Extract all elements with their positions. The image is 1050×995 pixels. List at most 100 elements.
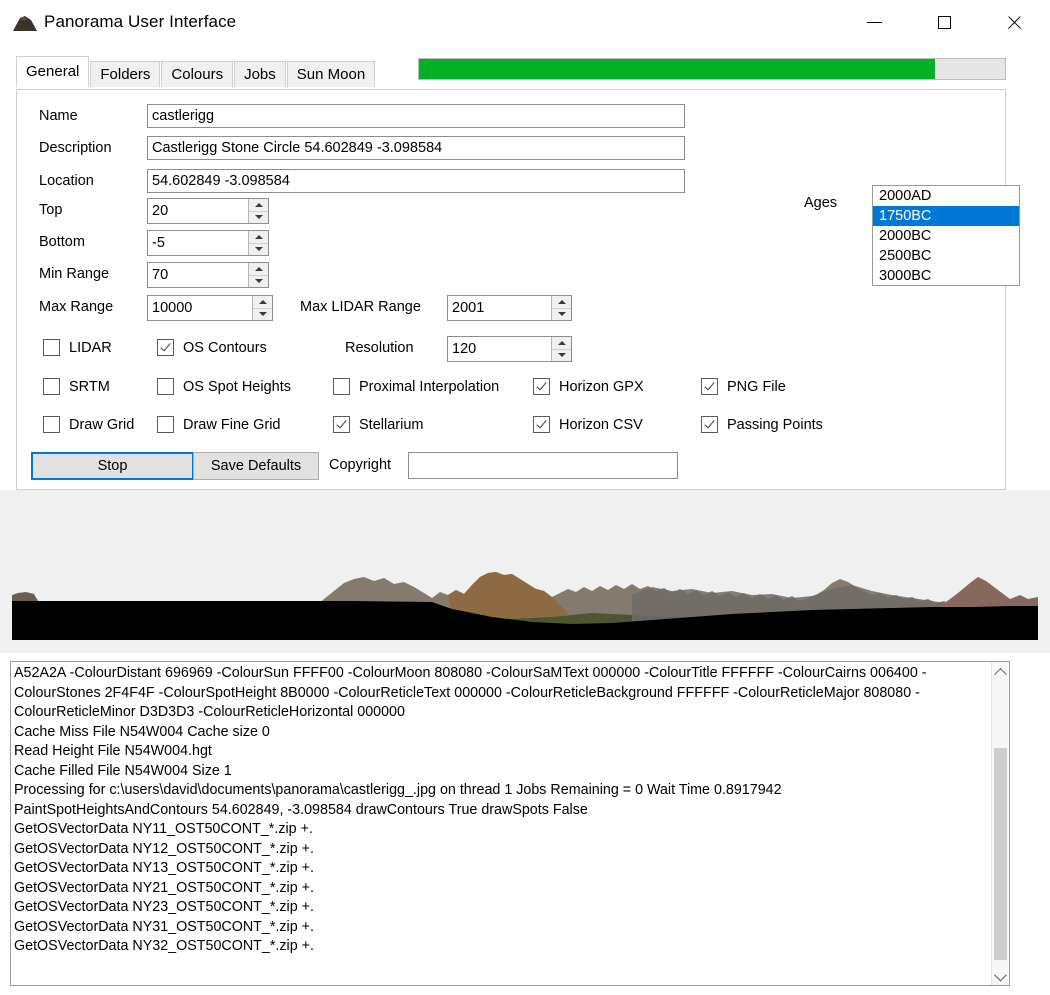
- checkbox-stellarium[interactable]: Stellarium: [333, 416, 423, 433]
- ages-label: Ages: [804, 195, 838, 211]
- panorama-area: [0, 490, 1050, 653]
- save-defaults-button[interactable]: Save Defaults: [193, 452, 319, 480]
- checkbox-lidar[interactable]: LIDAR: [43, 339, 112, 356]
- checkbox-label: OS Contours: [183, 339, 267, 356]
- top-spinner-down[interactable]: [249, 211, 268, 223]
- checkbox-draw-fine-grid[interactable]: Draw Fine Grid: [157, 416, 281, 433]
- resolution-spinner[interactable]: [447, 336, 572, 362]
- tab-bar: General Folders Colours Jobs Sun Moon: [16, 56, 376, 87]
- checkbox-passing-points[interactable]: Passing Points: [701, 416, 823, 433]
- stop-button[interactable]: Stop: [31, 452, 194, 480]
- copyright-label: Copyright: [329, 457, 392, 473]
- checkbox-draw-grid[interactable]: Draw Grid: [43, 416, 134, 433]
- checkbox-label: PNG File: [727, 378, 786, 395]
- max-lidar-spinner-up[interactable]: [552, 296, 571, 309]
- ages-listbox[interactable]: 2000AD 1750BC 2000BC 2500BC 3000BC: [872, 185, 1020, 286]
- max-lidar-range-input[interactable]: [448, 296, 551, 320]
- min-range-input[interactable]: [148, 263, 248, 287]
- tab-sun-moon[interactable]: Sun Moon: [286, 61, 376, 87]
- ages-option-2000ad[interactable]: 2000AD: [873, 186, 1019, 206]
- top-spinner[interactable]: [147, 198, 269, 224]
- chevron-up-icon: [994, 667, 1007, 681]
- max-lidar-range-label: Max LIDAR Range: [300, 299, 421, 315]
- min-range-spinner-up[interactable]: [249, 263, 268, 276]
- triangle-down-icon: [254, 279, 263, 284]
- scroll-up-button[interactable]: [992, 662, 1009, 681]
- checkbox-label: Stellarium: [359, 416, 424, 433]
- minimize-icon: [866, 21, 882, 23]
- checkbox-srtm[interactable]: SRTM: [43, 378, 110, 395]
- max-range-input[interactable]: [148, 296, 252, 320]
- bottom-spinner-down[interactable]: [249, 243, 268, 255]
- max-range-spinner-buttons[interactable]: [252, 296, 272, 320]
- checkbox-box: [533, 378, 550, 395]
- max-range-spinner-up[interactable]: [253, 296, 272, 309]
- ages-option-1750bc[interactable]: 1750BC: [873, 206, 1019, 226]
- top-input[interactable]: [148, 199, 248, 223]
- checkbox-label: Passing Points: [727, 416, 823, 433]
- log-scrollbar[interactable]: [991, 662, 1009, 985]
- min-range-spinner[interactable]: [147, 262, 269, 288]
- resolution-label: Resolution: [345, 340, 414, 356]
- max-range-spinner-down[interactable]: [253, 308, 272, 320]
- top-spinner-up[interactable]: [249, 199, 268, 212]
- description-input[interactable]: [147, 136, 685, 160]
- location-input[interactable]: [147, 169, 685, 193]
- checkbox-horizon-gpx[interactable]: Horizon GPX: [533, 378, 644, 395]
- triangle-down-icon: [254, 247, 263, 252]
- resolution-spinner-buttons[interactable]: [551, 337, 571, 361]
- checkbox-os-spot-heights[interactable]: OS Spot Heights: [157, 378, 291, 395]
- triangle-down-icon: [258, 312, 267, 317]
- tab-general[interactable]: General: [16, 56, 90, 87]
- checkbox-label: Horizon CSV: [559, 416, 643, 433]
- checkbox-proximal-interpolation[interactable]: Proximal Interpolation: [333, 378, 499, 395]
- panorama-image: [12, 565, 1038, 640]
- resolution-spinner-up[interactable]: [552, 337, 571, 350]
- close-icon: [1006, 14, 1023, 31]
- minimize-button[interactable]: [851, 0, 897, 44]
- checkbox-box: [157, 378, 174, 395]
- checkbox-label: Draw Fine Grid: [183, 416, 281, 433]
- max-lidar-range-spinner[interactable]: [447, 295, 572, 321]
- general-tab-panel: Name Description Location Top Bottom Min…: [16, 89, 1020, 490]
- checkbox-box: [701, 378, 718, 395]
- triangle-up-icon: [557, 299, 566, 304]
- checkbox-label: OS Spot Heights: [183, 378, 291, 395]
- min-range-spinner-buttons[interactable]: [248, 263, 268, 287]
- log-output-panel[interactable]: A52A2A -ColourDistant 696969 -ColourSun …: [10, 661, 1010, 986]
- ages-option-3000bc[interactable]: 3000BC: [873, 266, 1019, 285]
- bottom-input[interactable]: [148, 231, 248, 255]
- ages-option-2000bc[interactable]: 2000BC: [873, 226, 1019, 246]
- resolution-spinner-down[interactable]: [552, 349, 571, 361]
- top-spinner-buttons[interactable]: [248, 199, 268, 223]
- max-range-spinner[interactable]: [147, 295, 273, 321]
- tab-jobs[interactable]: Jobs: [234, 61, 286, 87]
- ages-option-2500bc[interactable]: 2500BC: [873, 246, 1019, 266]
- window-title: Panorama User Interface: [44, 12, 237, 31]
- triangle-up-icon: [557, 340, 566, 345]
- checkbox-box: [157, 416, 174, 433]
- max-lidar-spinner-down[interactable]: [552, 308, 571, 320]
- tab-colours[interactable]: Colours: [161, 61, 234, 87]
- checkbox-horizon-csv[interactable]: Horizon CSV: [533, 416, 643, 433]
- checkbox-box: [701, 416, 718, 433]
- tab-folders[interactable]: Folders: [90, 61, 161, 87]
- checkbox-box: [43, 416, 60, 433]
- scrollbar-thumb[interactable]: [994, 748, 1007, 960]
- name-input[interactable]: [147, 104, 685, 128]
- max-range-label: Max Range: [39, 299, 114, 315]
- max-lidar-spinner-buttons[interactable]: [551, 296, 571, 320]
- scroll-down-button[interactable]: [992, 967, 1009, 985]
- min-range-spinner-down[interactable]: [249, 275, 268, 287]
- checkbox-png-file[interactable]: PNG File: [701, 378, 786, 395]
- close-button[interactable]: [991, 0, 1037, 44]
- bottom-spinner[interactable]: [147, 230, 269, 256]
- bottom-spinner-buttons[interactable]: [248, 231, 268, 255]
- copyright-input[interactable]: [408, 452, 678, 479]
- checkbox-box: [43, 378, 60, 395]
- bottom-spinner-up[interactable]: [249, 231, 268, 244]
- resolution-input[interactable]: [448, 337, 551, 361]
- checkbox-os-contours[interactable]: OS Contours: [157, 339, 267, 356]
- maximize-button[interactable]: [921, 0, 967, 44]
- checkbox-label: SRTM: [69, 378, 110, 395]
